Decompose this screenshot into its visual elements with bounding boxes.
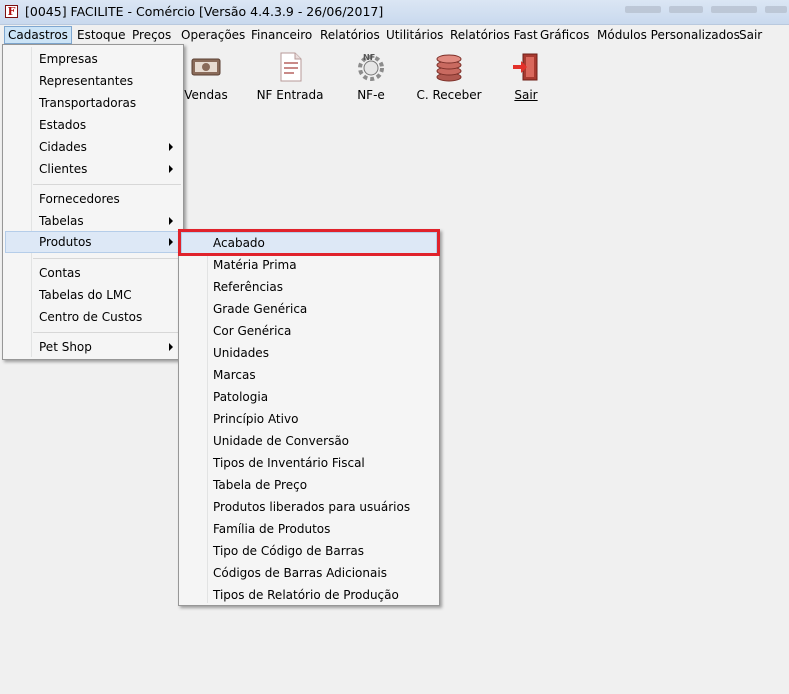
submenu-item-unidade-conversao[interactable]: Unidade de Conversão (181, 430, 437, 452)
submenu-item-grade-generica[interactable]: Grade Genérica (181, 298, 437, 320)
menu-item-label: Estados (39, 118, 87, 132)
window-title: [0045] FACILITE - Comércio [Versão 4.4.3… (25, 4, 384, 19)
menu-item-label: Clientes (39, 162, 88, 176)
menu-estoque[interactable]: Estoque (73, 26, 130, 44)
menu-bar: Cadastros Estoque Preços Operações Finan… (0, 25, 789, 45)
menu-item-label: Códigos de Barras Adicionais (213, 566, 387, 580)
menu-relatorios-fast[interactable]: Relatórios Fast (446, 26, 542, 44)
submenu-item-produtos-liberados[interactable]: Produtos liberados para usuários (181, 496, 437, 518)
produtos-submenu: Acabado Matéria Prima Referências Grade … (178, 229, 440, 606)
menu-item-label: Família de Produtos (213, 522, 331, 536)
menu-item-label: Fornecedores (39, 192, 120, 206)
menu-item-label: Matéria Prima (213, 258, 297, 272)
menu-item-label: Tabelas do LMC (39, 288, 132, 302)
menu-item-label: Marcas (213, 368, 256, 382)
menu-separator (33, 184, 181, 185)
menu-item-label: Transportadoras (39, 96, 137, 110)
menu-separator (33, 332, 181, 333)
toolbar-nfe-label: NF-e (357, 88, 385, 102)
menu-item-produtos[interactable]: Produtos (5, 231, 181, 253)
menu-item-label: Tabela de Preço (213, 478, 308, 492)
menu-item-label: Cor Genérica (213, 324, 292, 338)
menu-item-representantes[interactable]: Representantes (5, 70, 181, 92)
menu-item-tabelas-lmc[interactable]: Tabelas do LMC (5, 284, 181, 306)
submenu-item-tabela-preco[interactable]: Tabela de Preço (181, 474, 437, 496)
menu-item-label: Unidade de Conversão (213, 434, 350, 448)
nfe-gear-icon: NF (358, 53, 384, 81)
submenu-item-patologia[interactable]: Patologia (181, 386, 437, 408)
menu-item-label: Tabelas (39, 214, 84, 228)
menu-item-label: Produtos liberados para usuários (213, 500, 411, 514)
menu-relatorios[interactable]: Relatórios (316, 26, 384, 44)
money-icon (191, 58, 221, 76)
menu-item-label: Unidades (213, 346, 269, 360)
svg-text:NF: NF (363, 53, 375, 62)
menu-graficos[interactable]: Gráficos (536, 26, 593, 44)
submenu-item-referencias[interactable]: Referências (181, 276, 437, 298)
toolbar-sair-label: Sair (514, 88, 538, 102)
menu-sair[interactable]: Sair (735, 26, 766, 44)
submenu-item-principio-ativo[interactable]: Princípio Ativo (181, 408, 437, 430)
coins-icon (436, 54, 462, 82)
menu-separator (33, 258, 181, 259)
menu-item-label: Representantes (39, 74, 134, 88)
menu-item-label: Cidades (39, 140, 87, 154)
menu-item-label: Centro de Custos (39, 310, 143, 324)
submenu-arrow-icon (169, 165, 173, 173)
menu-financeiro[interactable]: Financeiro (247, 26, 316, 44)
title-bar: F [0045] FACILITE - Comércio [Versão 4.4… (0, 0, 789, 25)
submenu-arrow-icon (169, 238, 173, 246)
menu-item-label: Grade Genérica (213, 302, 308, 316)
menu-item-estados[interactable]: Estados (5, 114, 181, 136)
submenu-item-materia-prima[interactable]: Matéria Prima (181, 254, 437, 276)
toolbar-c-receber-label: C. Receber (416, 88, 482, 102)
menu-item-clientes[interactable]: Clientes (5, 158, 181, 180)
submenu-arrow-icon (169, 343, 173, 351)
submenu-item-codigos-barras-adicionais[interactable]: Códigos de Barras Adicionais (181, 562, 437, 584)
menu-item-label: Tipos de Relatório de Produção (213, 588, 399, 602)
toolbar-vendas-label: Vendas (184, 88, 228, 102)
menu-item-fornecedores[interactable]: Fornecedores (5, 188, 181, 210)
submenu-arrow-icon (169, 217, 173, 225)
menu-utilitarios[interactable]: Utilitários (382, 26, 447, 44)
menu-item-label: Empresas (39, 52, 98, 66)
menu-modulos-personalizados[interactable]: Módulos Personalizados (593, 26, 744, 44)
submenu-item-cor-generica[interactable]: Cor Genérica (181, 320, 437, 342)
submenu-item-unidades[interactable]: Unidades (181, 342, 437, 364)
menu-item-label: Tipo de Código de Barras (213, 544, 364, 558)
menu-item-cidades[interactable]: Cidades (5, 136, 181, 158)
menu-item-tabelas[interactable]: Tabelas (5, 210, 181, 232)
menu-operacoes[interactable]: Operações (177, 26, 249, 44)
submenu-item-marcas[interactable]: Marcas (181, 364, 437, 386)
toolbar-nf-entrada-label: NF Entrada (256, 88, 324, 102)
menu-item-label: Princípio Ativo (213, 412, 299, 426)
menu-item-label: Patologia (213, 390, 269, 404)
window-controls[interactable] (625, 6, 787, 13)
submenu-item-familia-produtos[interactable]: Família de Produtos (181, 518, 437, 540)
highlight-annotation (178, 229, 440, 256)
menu-item-label: Contas (39, 266, 81, 280)
exit-door-icon (513, 53, 538, 81)
menu-item-label: Tipos de Inventário Fiscal (213, 456, 365, 470)
submenu-item-tipos-inventario-fiscal[interactable]: Tipos de Inventário Fiscal (181, 452, 437, 474)
submenu-item-tipos-relatorio-producao[interactable]: Tipos de Relatório de Produção (181, 584, 437, 606)
menu-precos[interactable]: Preços (128, 26, 175, 44)
menu-cadastros[interactable]: Cadastros (4, 26, 72, 44)
document-icon (280, 52, 302, 82)
menu-item-contas[interactable]: Contas (5, 262, 181, 284)
menu-item-label: Pet Shop (39, 340, 92, 354)
menu-item-label: Referências (213, 280, 283, 294)
app-icon: F (5, 5, 18, 18)
menu-item-pet-shop[interactable]: Pet Shop (5, 336, 181, 358)
menu-item-empresas[interactable]: Empresas (5, 48, 181, 70)
menu-item-transportadoras[interactable]: Transportadoras (5, 92, 181, 114)
menu-item-centro-custos[interactable]: Centro de Custos (5, 306, 181, 328)
submenu-item-tipo-codigo-barras[interactable]: Tipo de Código de Barras (181, 540, 437, 562)
cadastros-menu: Empresas Representantes Transportadoras … (2, 44, 184, 360)
menu-item-label: Produtos (39, 235, 92, 249)
submenu-arrow-icon (169, 143, 173, 151)
